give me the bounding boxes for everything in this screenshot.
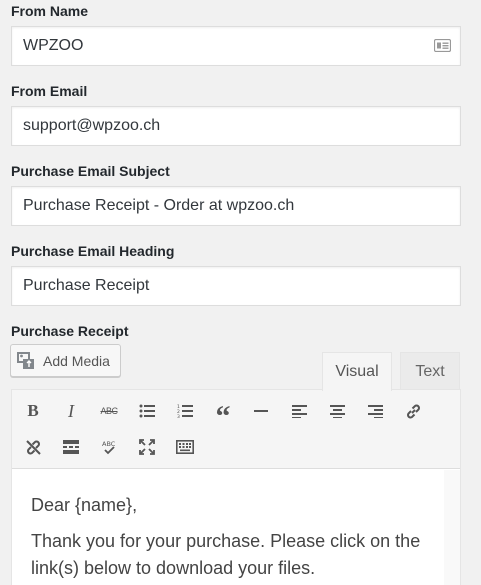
content-body: Thank you for your purchase. Please clic… (31, 531, 421, 578)
horizontal-rule-icon[interactable] (247, 397, 275, 425)
editor-toolbar: B I ABC 123 “ ABC (12, 390, 460, 469)
email-subject-field[interactable]: Purchase Receipt - Order at wpzoo.ch (11, 186, 461, 226)
insert-link-icon[interactable] (399, 397, 427, 425)
purchase-receipt-label: Purchase Receipt (11, 323, 129, 339)
svg-text:3: 3 (177, 414, 180, 418)
add-media-button[interactable]: Add Media (10, 344, 121, 377)
from-name-value: WPZOO (23, 37, 84, 54)
from-email-label: From Email (11, 83, 88, 99)
toolbar-toggle-icon[interactable] (171, 433, 199, 461)
fullscreen-icon[interactable] (133, 433, 161, 461)
tab-text[interactable]: Text (400, 352, 460, 390)
strikethrough-icon[interactable]: ABC (95, 397, 123, 425)
email-heading-field[interactable]: Purchase Receipt (11, 266, 461, 306)
add-media-label: Add Media (43, 352, 110, 369)
content-greeting: Dear {name}, (31, 495, 138, 515)
bold-icon[interactable]: B (19, 397, 47, 425)
email-subject-value: Purchase Receipt - Order at wpzoo.ch (23, 197, 295, 214)
align-left-icon[interactable] (285, 397, 313, 425)
from-name-field[interactable]: WPZOO (11, 26, 461, 66)
email-heading-value: Purchase Receipt (23, 277, 150, 294)
italic-icon[interactable]: I (57, 397, 85, 425)
align-center-icon[interactable] (323, 397, 351, 425)
numbered-list-icon[interactable]: 123 (171, 397, 199, 425)
contact-card-icon[interactable] (434, 39, 451, 52)
blockquote-icon[interactable]: “ (209, 397, 237, 432)
rich-text-editor: B I ABC 123 “ ABC Dear {name}, Thank you… (11, 389, 461, 585)
remove-link-icon[interactable] (19, 433, 47, 461)
editor-content[interactable]: Dear {name}, Thank you for your purchase… (12, 470, 445, 585)
from-email-field[interactable]: support@wpzoo.ch (11, 106, 461, 146)
align-right-icon[interactable] (361, 397, 389, 425)
media-icon (17, 351, 34, 369)
tab-visual[interactable]: Visual (322, 352, 392, 391)
editor-scrollbar[interactable] (444, 470, 460, 585)
from-name-label: From Name (11, 3, 89, 19)
bullet-list-icon[interactable] (133, 397, 161, 425)
read-more-icon[interactable] (57, 433, 85, 461)
from-email-value: support@wpzoo.ch (23, 117, 161, 134)
spellcheck-icon[interactable]: ABC (95, 433, 123, 461)
email-heading-label: Purchase Email Heading (11, 243, 175, 259)
email-subject-label: Purchase Email Subject (11, 163, 170, 179)
